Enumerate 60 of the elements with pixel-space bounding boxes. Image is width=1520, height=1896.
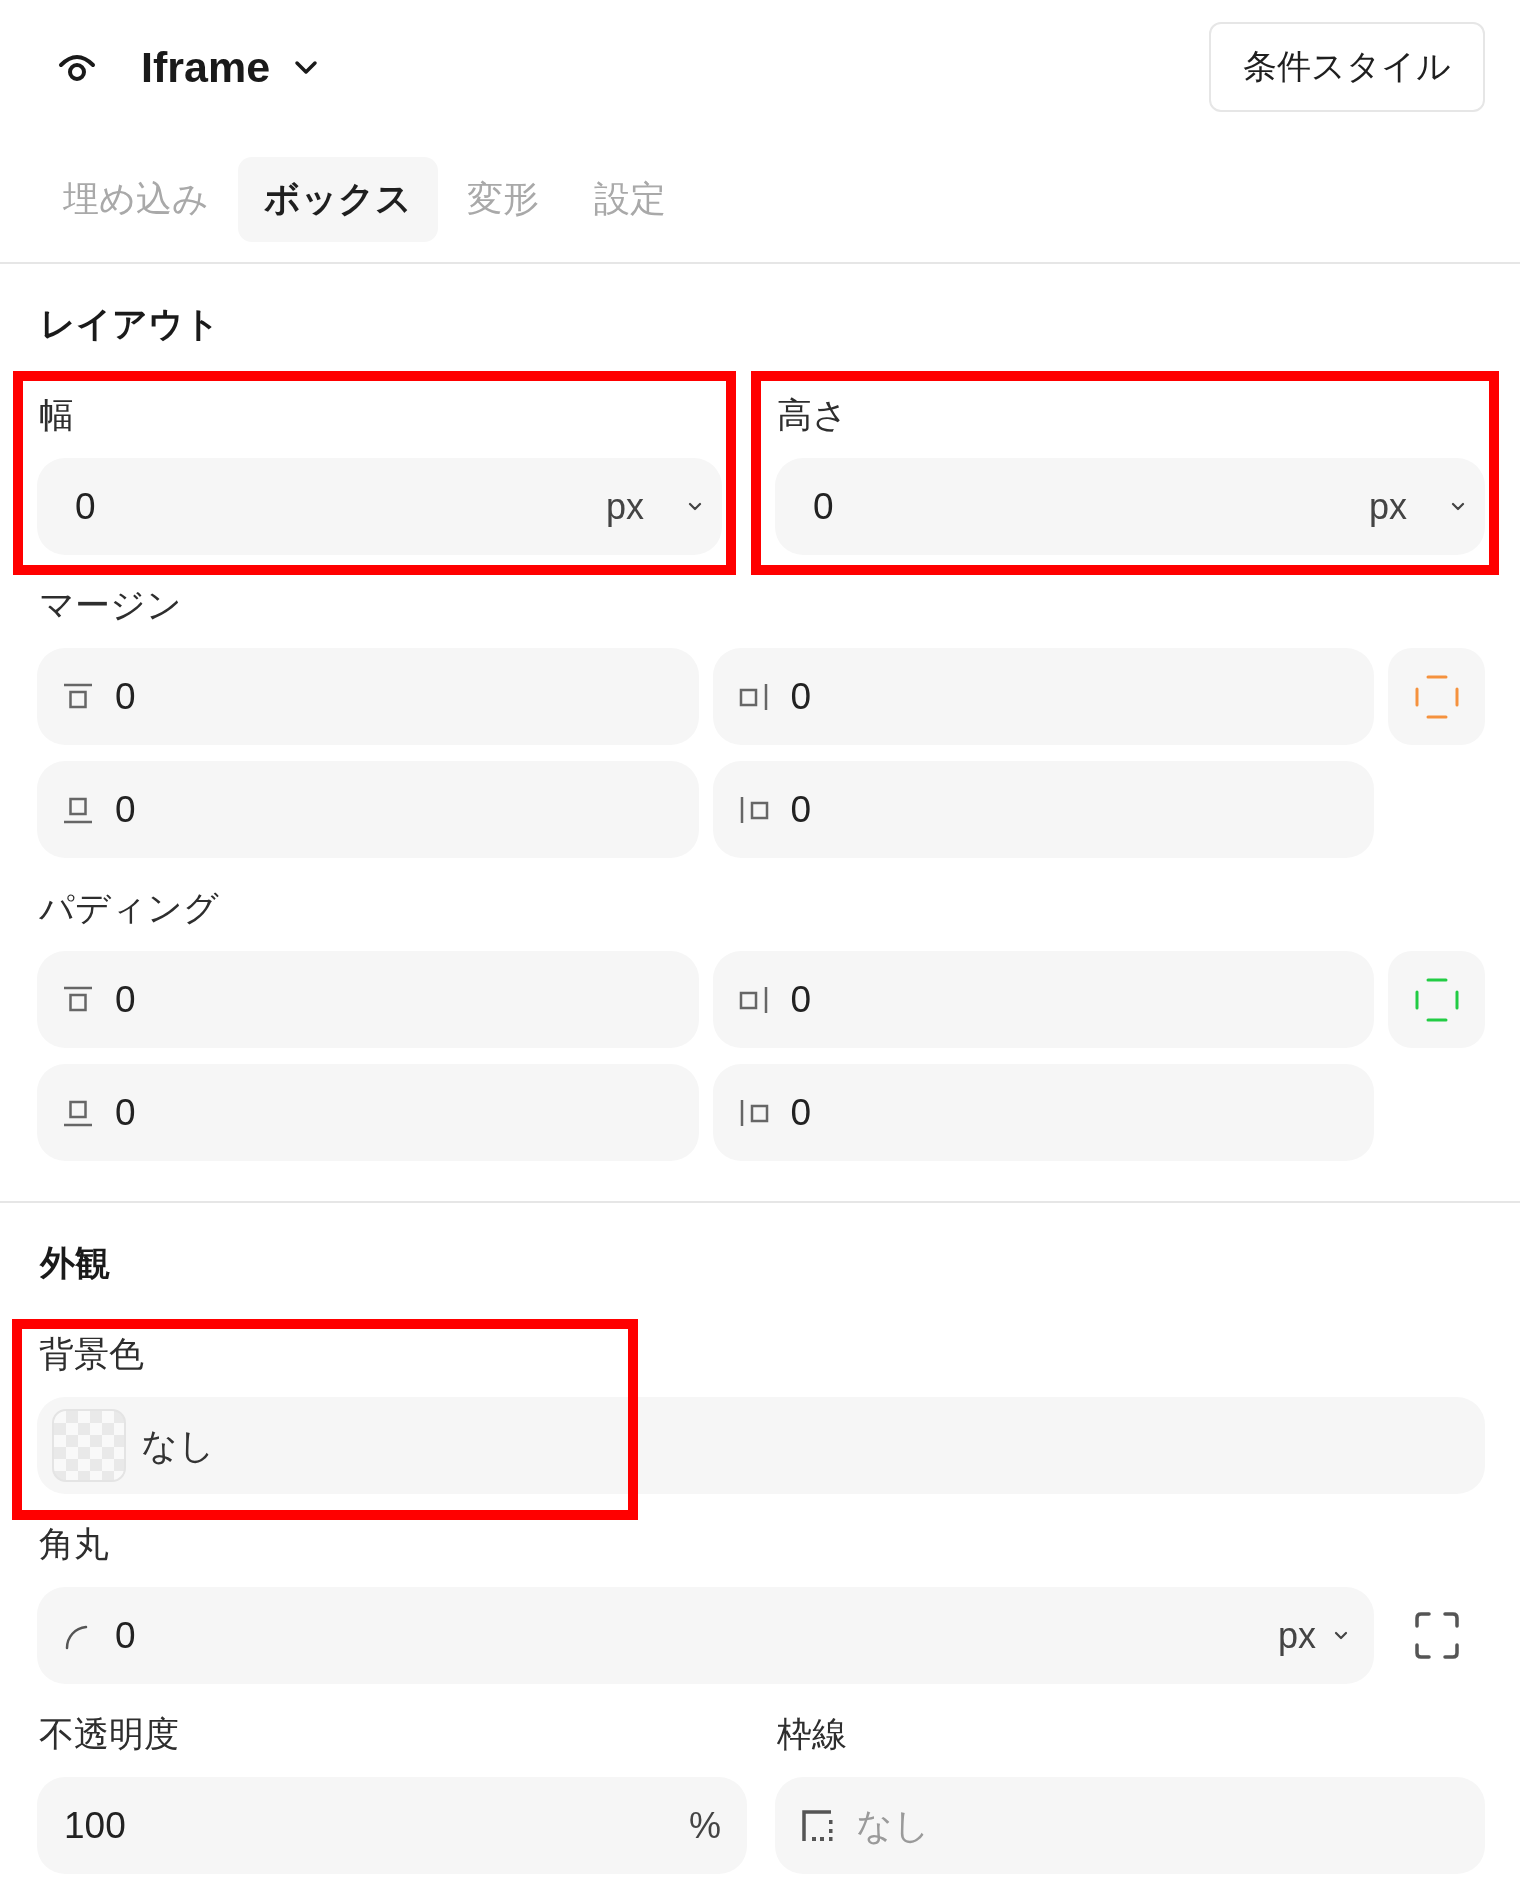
field-placeholder: なし — [856, 1803, 930, 1848]
left-edge-icon — [738, 1098, 769, 1127]
field-value: 0 — [115, 1090, 136, 1135]
spacing-input[interactable]: 0 — [37, 761, 699, 858]
field-value: 0 — [813, 484, 834, 529]
number-input[interactable]: 0 px — [775, 458, 1485, 555]
chevron-down-icon — [1451, 502, 1465, 511]
unit-dropdown[interactable]: px — [1277, 1613, 1348, 1658]
chevron-down-icon — [294, 59, 319, 75]
chevron-down-icon — [688, 502, 702, 511]
element-type-dropdown[interactable]: Iframe — [141, 39, 319, 95]
field-value: 0 — [115, 977, 136, 1022]
field-value: 0 — [790, 674, 812, 719]
unit-dropdown[interactable]: px — [1368, 484, 1465, 529]
field-value: なし — [141, 1423, 215, 1468]
bottom-edge-icon — [63, 1098, 93, 1127]
corner-brackets-icon[interactable] — [1414, 1612, 1459, 1659]
field-value: 0 — [115, 674, 136, 719]
dotted-border-icon — [801, 1809, 834, 1842]
spacing-input[interactable]: 0 — [712, 648, 1374, 745]
field-label: 高さ — [777, 394, 849, 436]
unit-dropdown[interactable]: px — [605, 484, 702, 529]
tab[interactable]: ボックス — [238, 157, 438, 242]
field-value: 0 — [790, 977, 812, 1022]
spacing-input[interactable]: 0 — [712, 951, 1374, 1048]
spacing-input[interactable]: 0 — [712, 1064, 1374, 1161]
right-edge-icon — [738, 985, 769, 1014]
field-label: 背景色 — [39, 1333, 145, 1375]
field-value: 0 — [790, 1090, 812, 1135]
section-heading: 外観 — [40, 1242, 111, 1284]
left-edge-icon — [738, 795, 769, 824]
field-label: 幅 — [39, 394, 75, 436]
spacing-input[interactable]: 0 — [712, 761, 1374, 858]
group-label: パディング — [39, 887, 220, 929]
link-sides-button[interactable] — [1388, 648, 1485, 745]
field-value: 0 — [115, 787, 136, 832]
field-value: 100 — [64, 1803, 126, 1848]
conditional-style-button[interactable]: 条件スタイル — [1209, 22, 1485, 112]
unit-label: % — [689, 1803, 721, 1848]
group-label: マージン — [39, 584, 183, 626]
spacing-input[interactable]: 0 — [37, 1064, 699, 1161]
right-edge-icon — [738, 682, 769, 711]
number-input[interactable]: 0 px — [37, 458, 722, 555]
top-edge-icon — [63, 682, 93, 711]
chevron-down-icon — [1334, 1631, 1348, 1640]
top-edge-icon — [63, 985, 93, 1014]
field-value: 0 — [115, 1613, 136, 1658]
link-sides-button[interactable] — [1388, 951, 1485, 1048]
spacing-input[interactable]: 0 — [37, 951, 699, 1048]
number-input[interactable]: 100 % — [37, 1777, 747, 1874]
spacing-input[interactable]: 0 — [37, 648, 699, 745]
bottom-edge-icon — [63, 795, 93, 824]
field-value: 0 — [790, 787, 812, 832]
field-label: 枠線 — [777, 1713, 848, 1755]
field-label: 角丸 — [39, 1523, 110, 1565]
field-label: 不透明度 — [39, 1713, 180, 1755]
color-picker-field[interactable]: なし — [37, 1397, 1485, 1494]
field-value: 0 — [75, 484, 96, 529]
section-heading: レイアウト — [40, 303, 221, 345]
number-input[interactable]: 0 px — [37, 1587, 1374, 1684]
